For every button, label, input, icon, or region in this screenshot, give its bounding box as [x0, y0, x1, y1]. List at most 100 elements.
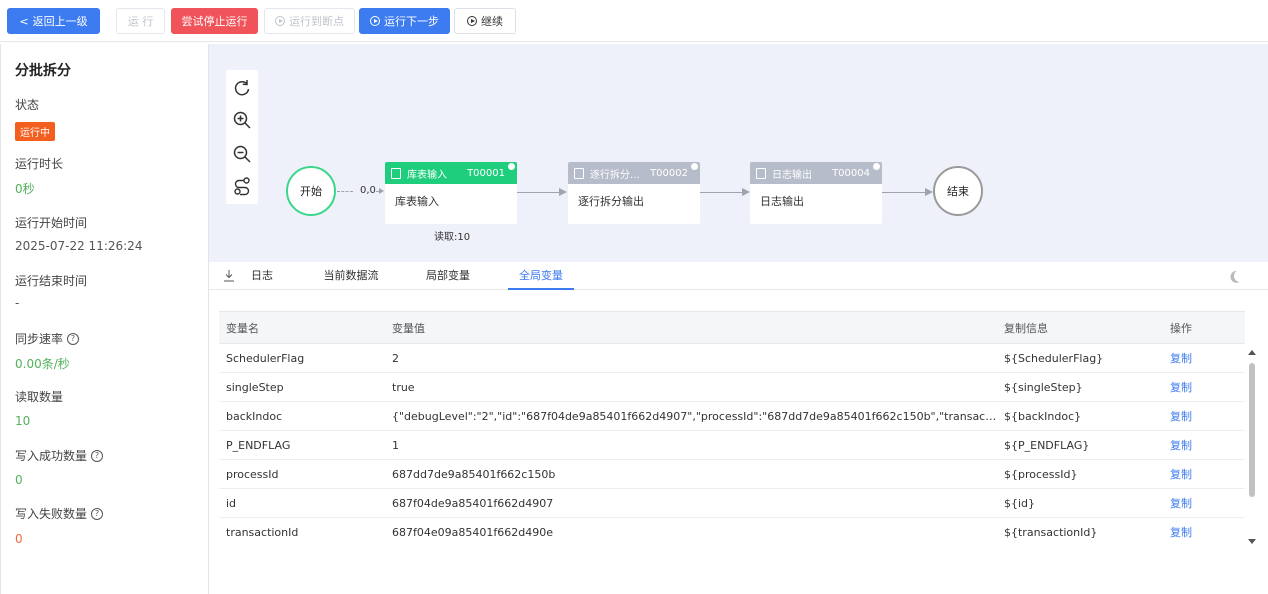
edge-2-3: [700, 192, 742, 193]
try-stop-label: 尝试停止运行: [181, 15, 248, 28]
moon-icon[interactable]: [1232, 268, 1247, 283]
copy-info: ${P_ENDFLAG}: [997, 430, 1163, 460]
table-row: processId 687dd7de9a85401f662c150b ${pro…: [219, 459, 1245, 489]
question-icon[interactable]: ?: [91, 449, 104, 462]
status-badge: 运行中: [15, 122, 55, 141]
bottom-tabs: 日志 当前数据流 局部变量 全局变量: [209, 262, 1268, 290]
node-name: 逐行拆分…: [590, 169, 640, 181]
scroll-down-icon[interactable]: [1248, 539, 1256, 544]
copy-info: ${SchedulerFlag}: [997, 343, 1163, 373]
write-fail-label-text: 写入失败数量: [15, 507, 88, 521]
variable-name: P_ENDFLAG: [219, 430, 385, 460]
question-icon[interactable]: ?: [67, 332, 80, 345]
run-to-breakpoint-label: 运行到断点: [289, 15, 344, 28]
table-row: transactionId 687f04e09a85401f662d490e $…: [219, 517, 1245, 546]
variable-value: {"debugLevel":"2","id":"687f04de9a85401f…: [385, 401, 997, 431]
tab-global-variables[interactable]: 全局变量: [508, 262, 574, 290]
variable-name: transactionId: [219, 517, 385, 546]
edge-label: 0,0: [360, 185, 376, 196]
node-name: 库表输入: [407, 169, 447, 181]
flow-node-row-split[interactable]: 逐行拆分… T00002 逐行拆分输出: [568, 162, 700, 224]
copy-link[interactable]: 复制: [1163, 372, 1245, 402]
download-icon[interactable]: [224, 270, 234, 282]
arrow-head: [379, 188, 384, 194]
panel-title: 分批拆分: [15, 63, 71, 79]
continue-label: 继续: [481, 15, 503, 28]
play-circle-icon: [370, 16, 380, 26]
zoom-out-icon[interactable]: [232, 144, 252, 164]
split-icon: [574, 167, 584, 179]
write-success-label: 写入成功数量 ?: [15, 447, 104, 464]
flow-node-log-output[interactable]: 日志输出 T00004 日志输出: [750, 162, 882, 224]
start-node[interactable]: 开始: [286, 166, 336, 216]
edge-3-end: [882, 192, 925, 193]
scroll-thumb[interactable]: [1249, 363, 1255, 497]
end-node[interactable]: 结束: [933, 166, 983, 216]
route-icon[interactable]: [232, 176, 252, 196]
copy-info: ${id}: [997, 488, 1163, 518]
try-stop-button[interactable]: 尝试停止运行: [171, 8, 258, 34]
table-row: SchedulerFlag 2 ${SchedulerFlag} 复制: [219, 343, 1245, 373]
end-time-value: -: [15, 296, 20, 310]
sync-rate-label: 同步速率 ?: [15, 330, 80, 347]
copy-link[interactable]: 复制: [1163, 488, 1245, 518]
run-to-breakpoint-button[interactable]: 运行到断点: [264, 8, 355, 34]
tab-local-variables[interactable]: 局部变量: [423, 262, 473, 290]
copy-link[interactable]: 复制: [1163, 517, 1245, 546]
refresh-icon[interactable]: [232, 78, 252, 98]
copy-link[interactable]: 复制: [1163, 401, 1245, 431]
write-fail-label: 写入失败数量 ?: [15, 505, 104, 522]
write-success-value: 0: [15, 473, 23, 487]
table-row: singleStep true ${singleStep} 复制: [219, 372, 1245, 402]
column-header: 复制信息: [997, 311, 1163, 344]
status-label: 状态: [15, 98, 40, 112]
copy-link[interactable]: 复制: [1163, 459, 1245, 489]
continue-button[interactable]: 继续: [454, 8, 516, 34]
run-button[interactable]: 运 行: [116, 8, 165, 34]
copy-link[interactable]: 复制: [1163, 343, 1245, 373]
node-body: 库表输入: [395, 195, 439, 208]
end-time-label: 运行结束时间: [15, 274, 88, 288]
start-time-label: 运行开始时间: [15, 216, 88, 230]
back-button-label: 返回上一级: [32, 15, 88, 28]
copy-info: ${transactionId}: [997, 517, 1163, 546]
arrow-head: [925, 188, 933, 196]
node-header: 库表输入 T00001: [385, 162, 517, 184]
duration-value: 0秒: [15, 182, 35, 196]
flow-node-table-input[interactable]: 库表输入 T00001 库表输入: [385, 162, 517, 224]
zoom-in-icon[interactable]: [232, 110, 252, 130]
copy-link[interactable]: 复制: [1163, 430, 1245, 460]
back-button[interactable]: < 返回上一级: [7, 8, 100, 34]
canvas-toolbox: [226, 70, 258, 204]
sync-rate-label-text: 同步速率: [15, 332, 64, 346]
node-id: T00002: [650, 167, 688, 179]
node-header: 逐行拆分… T00002: [568, 162, 700, 184]
variable-value: 2: [385, 343, 997, 373]
table-row: P_ENDFLAG 1 ${P_ENDFLAG} 复制: [219, 430, 1245, 460]
copy-info: ${processId}: [997, 459, 1163, 489]
node-name: 日志输出: [772, 169, 812, 181]
toolbar: < 返回上一级 运 行 尝试停止运行 运行到断点 运行下一步 继续: [0, 0, 1268, 42]
run-next-step-label: 运行下一步: [384, 15, 439, 28]
run-next-step-button[interactable]: 运行下一步: [359, 8, 450, 34]
table-scrollbar[interactable]: [1247, 344, 1257, 546]
play-circle-icon: [467, 16, 477, 26]
column-header: 变量值: [385, 311, 997, 344]
node-body: 日志输出: [760, 195, 804, 208]
tab-current-dataflow[interactable]: 当前数据流: [321, 262, 381, 290]
edge-1-2: [517, 192, 559, 193]
scroll-up-icon[interactable]: [1248, 350, 1256, 355]
column-header: 操作: [1163, 311, 1245, 344]
chevron-left-icon: <: [19, 14, 29, 28]
variable-name: id: [219, 488, 385, 518]
tab-log[interactable]: 日志: [249, 262, 275, 290]
question-icon[interactable]: ?: [91, 507, 104, 520]
copy-info: ${singleStep}: [997, 372, 1163, 402]
arrow-head: [559, 188, 567, 196]
read-count-label: 读取数量: [15, 390, 64, 404]
play-circle-icon: [275, 16, 285, 26]
table-row: backIndoc {"debugLevel":"2","id":"687f04…: [219, 401, 1245, 431]
flow-canvas[interactable]: 开始 0,0 库表输入 T00001 库表输入 读取:10 逐行拆分… T000…: [209, 44, 1268, 262]
read-count-value: 10: [15, 414, 31, 428]
variable-value: true: [385, 372, 997, 402]
